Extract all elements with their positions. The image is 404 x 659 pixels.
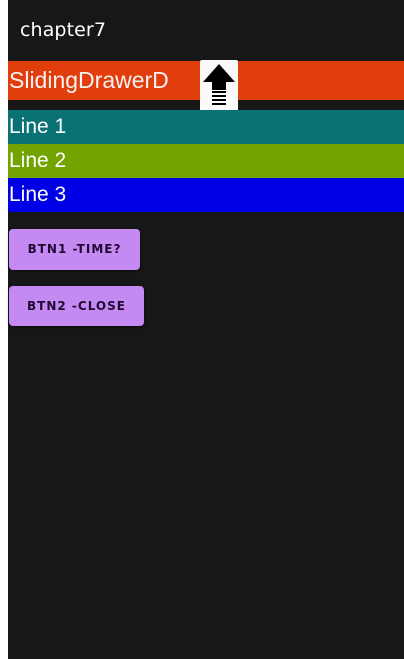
drawer-handle[interactable] [200, 60, 238, 111]
drawer-header-label: SlidingDrawerD [9, 67, 169, 93]
line-1: Line 1 [8, 110, 404, 144]
btn2-close-button[interactable]: BTN2 -CLOSE [9, 286, 144, 326]
line-3: Line 3 [8, 178, 404, 212]
line-2: Line 2 [8, 144, 404, 178]
screen: chapter7 SlidingDrawerDo Line 1 Line 2 L… [0, 0, 404, 659]
app-title: chapter7 [20, 19, 107, 41]
btn1-time-button[interactable]: BTN1 -TIME? [9, 229, 140, 270]
arrow-up-icon [203, 64, 235, 105]
